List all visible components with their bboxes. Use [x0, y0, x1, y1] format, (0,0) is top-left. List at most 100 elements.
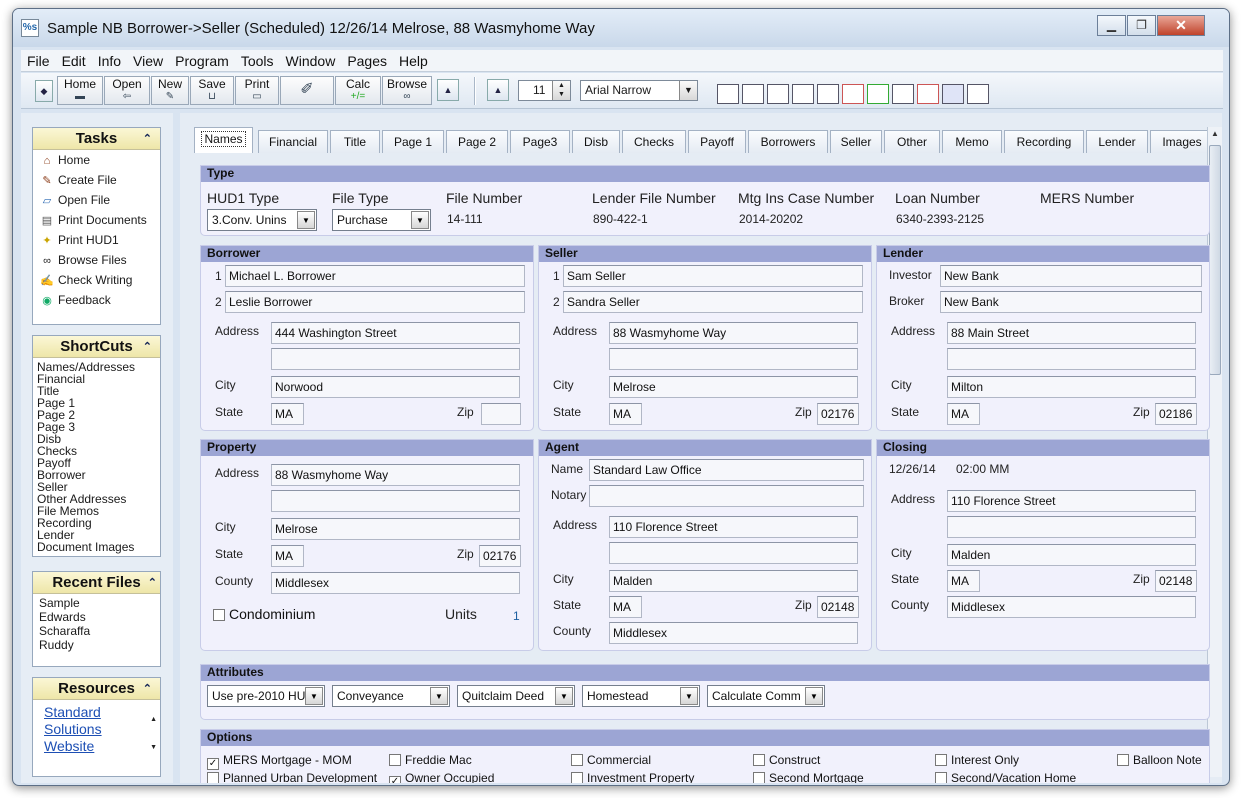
chevron-down-icon[interactable]: ▼ [411, 211, 429, 229]
font-name-select[interactable]: Arial Narrow ▼ [580, 80, 698, 101]
minimize-button[interactable]: ▁ [1097, 15, 1126, 36]
chevron-down-icon[interactable]: ▼ [555, 687, 573, 705]
tab-page-1[interactable]: Page 1 [382, 130, 444, 153]
closing-time[interactable]: 02:00 MM [956, 462, 1009, 476]
menu-tools[interactable]: Tools [235, 50, 280, 69]
recent-file-item[interactable]: Sample [33, 596, 160, 610]
tab-borrowers[interactable]: Borrowers [748, 130, 828, 153]
collapse-icon[interactable]: ⌃ [143, 128, 152, 150]
seller-address-2[interactable] [609, 348, 858, 370]
task-create-file[interactable]: ✎ Create File [33, 170, 160, 190]
print-button[interactable]: Print ▭ [235, 76, 279, 105]
menu-window[interactable]: Window [280, 50, 342, 69]
tab-seller[interactable]: Seller [830, 130, 882, 153]
shortcut-document-images[interactable]: Document Images [33, 541, 160, 553]
borrower-zip[interactable] [481, 403, 521, 425]
option-second-mortgage-checkbox[interactable]: Second Mortgage [753, 771, 864, 783]
borrower-city[interactable]: Norwood [271, 376, 520, 398]
attribute-homestead-select[interactable]: Homestead ▼ [582, 685, 700, 707]
menu-pages[interactable]: Pages [341, 50, 393, 69]
tab-lender[interactable]: Lender [1086, 130, 1148, 153]
checkbox-box[interactable] [753, 772, 765, 783]
option-investment-property-checkbox[interactable]: Investment Property [571, 771, 694, 783]
stepper-arrows-icon[interactable]: ▲ ▼ [552, 81, 570, 100]
lender-state[interactable]: MA [947, 403, 980, 425]
option-second-vacation-home-checkbox[interactable]: Second/Vacation Home [935, 771, 1076, 783]
resources-link[interactable]: Standard [33, 704, 160, 721]
collapse-icon[interactable]: ⌃ [143, 336, 152, 358]
attribute-commission-select[interactable]: Calculate Comm ▼ [707, 685, 825, 707]
format-clear-box[interactable] [967, 84, 989, 104]
tasks-header[interactable]: Tasks ⌃ [33, 128, 160, 150]
format-bold-box[interactable] [717, 84, 739, 104]
option-interest-only-checkbox[interactable]: Interest Only [935, 753, 1019, 767]
units-value[interactable]: 1 [513, 609, 520, 623]
arrow-down-icon[interactable]: ▼ [150, 744, 157, 751]
agent-address-2[interactable] [609, 542, 858, 564]
closing-address-2[interactable] [947, 516, 1196, 538]
menu-view[interactable]: View [127, 50, 169, 69]
borrower-name-1[interactable]: Michael L. Borrower [225, 265, 525, 287]
open-button[interactable]: Open ⇦ [104, 76, 150, 105]
borrower-state[interactable]: MA [271, 403, 304, 425]
recent-file-item[interactable]: Scharaffa [33, 624, 160, 638]
tab-page-3[interactable]: Page3 [510, 130, 570, 153]
option-commercial-checkbox[interactable]: Commercial [571, 753, 651, 767]
font-size-stepper[interactable]: 11 ▲ ▼ [518, 80, 571, 101]
toolbar-collapse-button[interactable]: ◆ [35, 80, 53, 102]
menu-info[interactable]: Info [92, 50, 127, 69]
hud1-type-select[interactable]: 3.Conv. Unins ▼ [207, 209, 317, 231]
format-color-red-box[interactable] [842, 84, 864, 104]
tab-disb[interactable]: Disb [572, 130, 620, 153]
chevron-down-icon[interactable]: ▼ [805, 687, 823, 705]
tab-financial[interactable]: Financial [258, 130, 328, 153]
recent-files-header[interactable]: Recent Files ⌃ [33, 572, 160, 594]
property-state[interactable]: MA [271, 545, 304, 567]
menu-program[interactable]: Program [169, 50, 235, 69]
tab-other[interactable]: Other [884, 130, 940, 153]
seller-city[interactable]: Melrose [609, 376, 858, 398]
collapse-icon[interactable]: ⌃ [143, 678, 152, 700]
lender-address-1[interactable]: 88 Main Street [947, 322, 1196, 344]
collapse-icon[interactable]: ⌃ [148, 572, 157, 594]
property-zip[interactable]: 02176 [479, 545, 521, 567]
agent-county[interactable]: Middlesex [609, 622, 858, 644]
format-underline-box[interactable] [767, 84, 789, 104]
task-home[interactable]: ⌂ Home [33, 150, 160, 170]
maximize-button[interactable]: ❐ [1127, 15, 1156, 36]
closing-address-1[interactable]: 110 Florence Street [947, 490, 1196, 512]
arrow-up-icon[interactable]: ▲ [150, 716, 157, 723]
option-freddie-mac-checkbox[interactable]: Freddie Mac [389, 753, 472, 767]
chevron-down-icon[interactable]: ▼ [305, 687, 323, 705]
browse-button[interactable]: Browse ∞ [382, 76, 432, 105]
seller-address-1[interactable]: 88 Wasmyhome Way [609, 322, 858, 344]
chevron-down-icon[interactable]: ▼ [297, 211, 315, 229]
recent-file-item[interactable]: Edwards [33, 610, 160, 624]
menu-edit[interactable]: Edit [56, 50, 92, 69]
format-align-left-box[interactable] [792, 84, 814, 104]
agent-state[interactable]: MA [609, 596, 642, 618]
draw-tool-button[interactable]: ✐ [280, 76, 334, 105]
task-print-hud1[interactable]: ✦ Print HUD1 [33, 230, 160, 250]
lender-broker[interactable]: New Bank [940, 291, 1202, 313]
option-owner-occupied-checkbox[interactable]: ✓ Owner Occupied [389, 771, 494, 783]
file-type-select[interactable]: Purchase ▼ [332, 209, 431, 231]
checkbox-box[interactable] [571, 772, 583, 783]
property-county[interactable]: Middlesex [271, 572, 520, 594]
seller-state[interactable]: MA [609, 403, 642, 425]
scroll-up-button[interactable]: ▲ [437, 79, 459, 101]
option-balloon-note-checkbox[interactable]: Balloon Note [1117, 753, 1202, 767]
tab-names[interactable]: Names [194, 127, 253, 153]
property-city[interactable]: Melrose [271, 518, 520, 540]
task-feedback[interactable]: ◉ Feedback [33, 290, 160, 310]
closing-state[interactable]: MA [947, 570, 980, 592]
scrollbar-thumb[interactable] [1209, 145, 1221, 375]
checkmark-icon[interactable]: ✓ [207, 758, 219, 770]
resources-link[interactable]: Website [33, 738, 160, 755]
menu-help[interactable]: Help [393, 50, 434, 69]
borrower-address-1[interactable]: 444 Washington Street [271, 322, 520, 344]
seller-name-2[interactable]: Sandra Seller [563, 291, 863, 313]
menu-file[interactable]: File [21, 50, 56, 69]
calc-button[interactable]: Calc +/= [335, 76, 381, 105]
format-color-box[interactable] [892, 84, 914, 104]
